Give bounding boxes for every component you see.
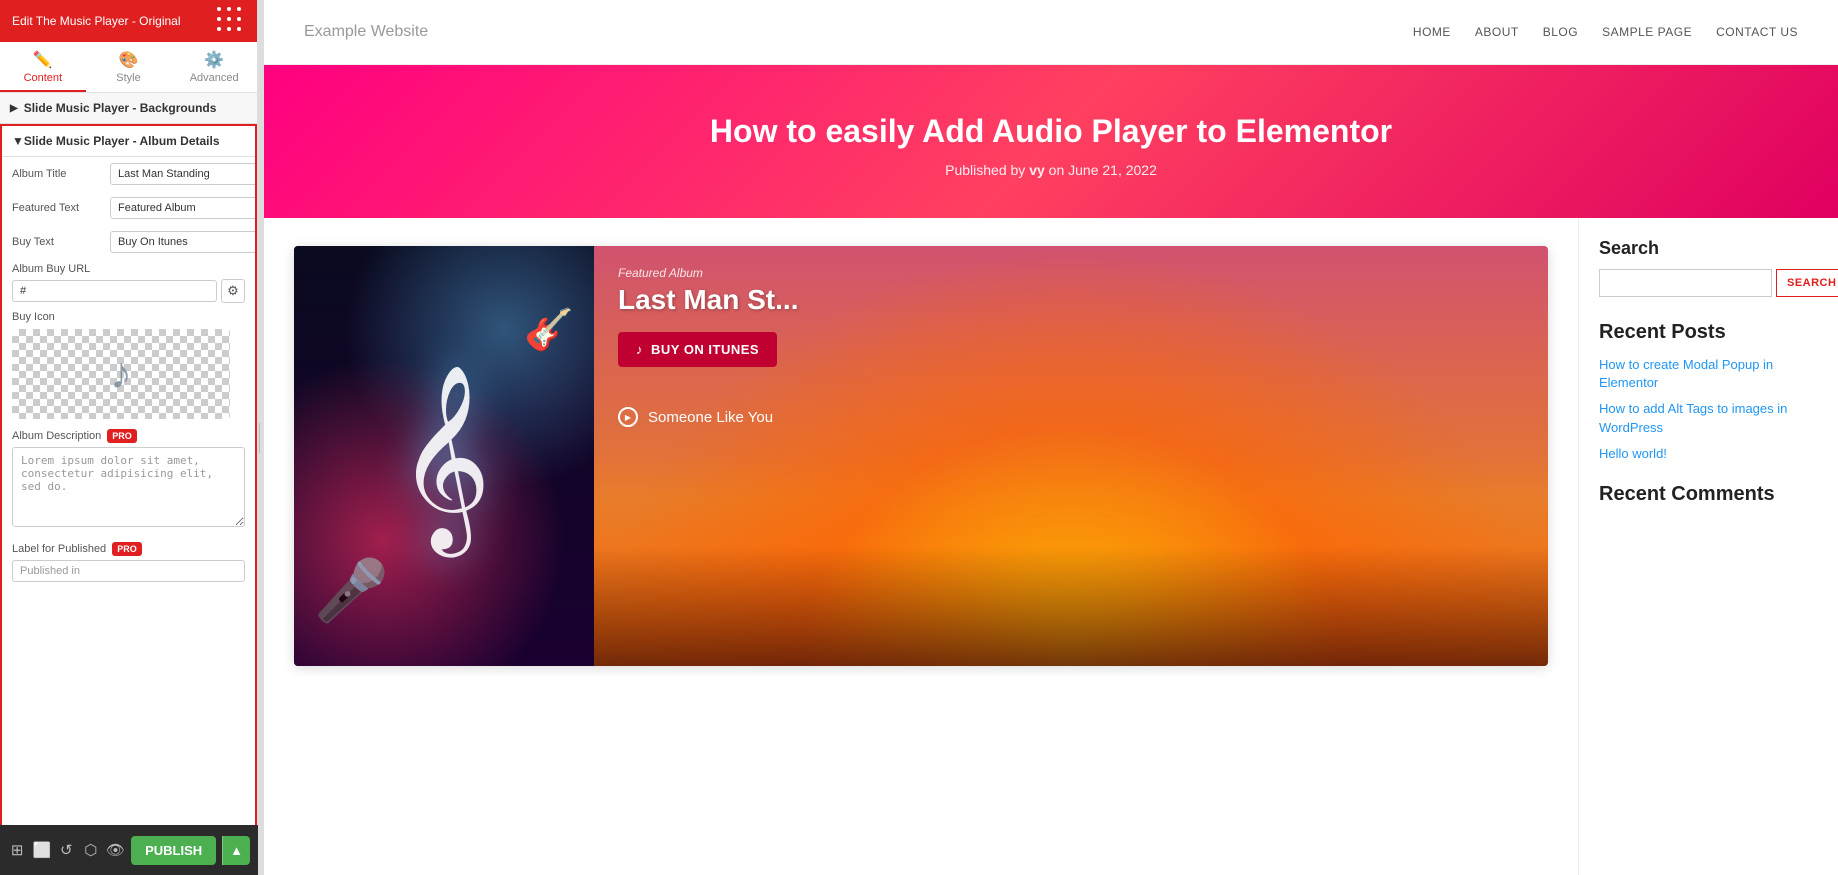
music-note-icon: ♪ xyxy=(110,349,132,399)
arrow-right-icon: ▶ xyxy=(10,103,18,114)
search-button[interactable]: SEARCH xyxy=(1776,269,1838,297)
template-icon[interactable]: ⬜ xyxy=(32,836,51,864)
hero-title: How to easily Add Audio Player to Elemen… xyxy=(284,113,1818,150)
album-details-section: ▼ Slide Music Player - Album Details Alb… xyxy=(0,124,257,875)
colorful-music-icon: 🎸 xyxy=(524,306,574,353)
play-button[interactable]: ▶ xyxy=(618,407,638,427)
website-nav: Example Website HOME ABOUT BLOG SAMPLE P… xyxy=(264,0,1838,65)
main-content: 𝄞 🎤 🎸 Featured Album Last Man St... ♪ BU… xyxy=(264,218,1578,875)
nav-links: HOME ABOUT BLOG SAMPLE PAGE CONTACT US xyxy=(1413,25,1798,39)
website-sidebar: Search SEARCH Recent Posts How to create… xyxy=(1578,218,1838,875)
backgrounds-section-header[interactable]: ▶ Slide Music Player - Backgrounds xyxy=(0,93,257,124)
tab-style[interactable]: 🎨 Style xyxy=(86,42,172,92)
backgrounds-section-label: Slide Music Player - Backgrounds xyxy=(24,101,217,115)
tab-content-label: Content xyxy=(24,72,63,84)
featured-text-label: Featured Text xyxy=(12,202,102,214)
featured-text-row: Featured Text xyxy=(2,191,255,225)
search-input[interactable] xyxy=(1599,269,1772,297)
tab-advanced[interactable]: ⚙️ Advanced xyxy=(171,42,257,92)
recent-posts-title: Recent Posts xyxy=(1599,321,1818,344)
album-title-label: Album Title xyxy=(12,168,102,180)
treble-clef-icon: 𝄞 xyxy=(397,376,492,536)
publish-button[interactable]: PUBLISH xyxy=(131,836,216,865)
responsive-icon[interactable]: ⬡ xyxy=(82,836,100,864)
album-art: 𝄞 🎤 🎸 xyxy=(294,246,594,666)
buy-button[interactable]: ♪ BUY ON ITUNES xyxy=(618,332,777,367)
recent-comments-title: Recent Comments xyxy=(1599,483,1818,506)
topbar-title: Edit The Music Player - Original xyxy=(12,14,181,28)
url-gear-button[interactable]: ⚙ xyxy=(221,279,245,303)
search-row: SEARCH xyxy=(1599,269,1818,297)
album-info: Featured Album Last Man St... ♪ BUY ON I… xyxy=(594,246,1548,666)
nav-blog[interactable]: BLOG xyxy=(1543,25,1578,39)
album-title-row: Album Title xyxy=(2,157,255,191)
album-description-textarea[interactable]: Lorem ipsum dolor sit amet, consectetur … xyxy=(12,447,245,527)
content-icon: ✏️ xyxy=(33,50,53,70)
music-player-card: 𝄞 🎤 🎸 Featured Album Last Man St... ♪ BU… xyxy=(294,246,1548,666)
tab-style-label: Style xyxy=(116,72,140,84)
top-bar: Edit The Music Player - Original xyxy=(0,0,257,42)
microphone-icon: 🎤 xyxy=(314,555,389,626)
buy-icon-label: Buy Icon xyxy=(12,311,245,323)
nav-about[interactable]: ABOUT xyxy=(1475,25,1519,39)
hero-subtitle: Published by vy on June 21, 2022 xyxy=(284,162,1818,178)
published-input[interactable] xyxy=(12,560,245,582)
style-icon: 🎨 xyxy=(119,50,139,70)
arrow-down-icon: ▼ xyxy=(12,134,24,148)
nav-sample-page[interactable]: SAMPLE PAGE xyxy=(1602,25,1692,39)
buy-icon-section: Buy Icon ♪ xyxy=(2,305,255,425)
album-details-header[interactable]: ▼ Slide Music Player - Album Details xyxy=(2,126,255,157)
hero-author: vy xyxy=(1029,162,1045,178)
album-buy-url-section: Album Buy URL ⚙ xyxy=(2,259,255,305)
recent-post-2[interactable]: How to add Alt Tags to images in WordPre… xyxy=(1599,400,1818,436)
album-name: Last Man St... xyxy=(618,284,1524,316)
buy-text-input[interactable] xyxy=(110,231,257,253)
track-name: Someone Like You xyxy=(648,409,773,426)
preview-icon[interactable]: 👁 xyxy=(106,836,125,864)
left-panel: Edit The Music Player - Original ✏️ Cont… xyxy=(0,0,258,875)
album-description-label: Album Description PRO xyxy=(12,429,245,443)
bottom-toolbar: ⊞ ⬜ ↺ ⬡ 👁 PUBLISH ▲ xyxy=(0,825,258,875)
tab-content[interactable]: ✏️ Content xyxy=(0,42,86,92)
nav-contact-us[interactable]: CONTACT US xyxy=(1716,25,1798,39)
album-title-input[interactable] xyxy=(110,163,257,185)
panel-tabs: ✏️ Content 🎨 Style ⚙️ Advanced xyxy=(0,42,257,93)
track-item: ▶ Someone Like You xyxy=(618,407,1524,427)
hero-date: June 21, 2022 xyxy=(1068,162,1157,178)
content-area: 𝄞 🎤 🎸 Featured Album Last Man St... ♪ BU… xyxy=(264,218,1838,875)
advanced-icon: ⚙️ xyxy=(204,50,224,70)
featured-text-input[interactable] xyxy=(110,197,257,219)
history-icon[interactable]: ↺ xyxy=(57,836,75,864)
published-label-row: Label for Published PRO xyxy=(12,542,245,556)
buy-icon-preview[interactable]: ♪ xyxy=(12,329,230,419)
nav-home[interactable]: HOME xyxy=(1413,25,1451,39)
recent-post-3[interactable]: Hello world! xyxy=(1599,445,1818,463)
recent-post-1[interactable]: How to create Modal Popup in Elementor xyxy=(1599,356,1818,392)
featured-album-text: Featured Album xyxy=(618,266,1524,280)
album-buy-url-label: Album Buy URL xyxy=(12,263,245,275)
buy-text-label: Buy Text xyxy=(12,236,102,248)
album-info-content: Featured Album Last Man St... ♪ BUY ON I… xyxy=(594,246,1548,447)
website-brand: Example Website xyxy=(304,23,428,41)
boardwalk-silhouette xyxy=(594,546,1548,666)
album-buy-url-input[interactable] xyxy=(12,280,217,302)
buy-button-label: BUY ON ITUNES xyxy=(651,342,759,357)
publish-arrow-button[interactable]: ▲ xyxy=(222,836,250,865)
album-buy-url-row: ⚙ xyxy=(12,279,245,303)
buy-text-row: Buy Text xyxy=(2,225,255,259)
layers-icon[interactable]: ⊞ xyxy=(8,836,26,864)
tab-advanced-label: Advanced xyxy=(190,72,239,84)
search-label: Search xyxy=(1599,238,1818,259)
published-label-section: Label for Published PRO xyxy=(2,538,255,588)
grid-icon[interactable] xyxy=(217,7,245,35)
hero-section: How to easily Add Audio Player to Elemen… xyxy=(264,65,1838,218)
album-details-label: Slide Music Player - Album Details xyxy=(24,134,220,148)
pro-badge-description: PRO xyxy=(107,429,137,443)
music-note-btn-icon: ♪ xyxy=(636,342,643,357)
right-panel: Example Website HOME ABOUT BLOG SAMPLE P… xyxy=(264,0,1838,875)
pro-badge-published: PRO xyxy=(112,542,142,556)
album-description-section: Album Description PRO Lorem ipsum dolor … xyxy=(2,425,255,538)
